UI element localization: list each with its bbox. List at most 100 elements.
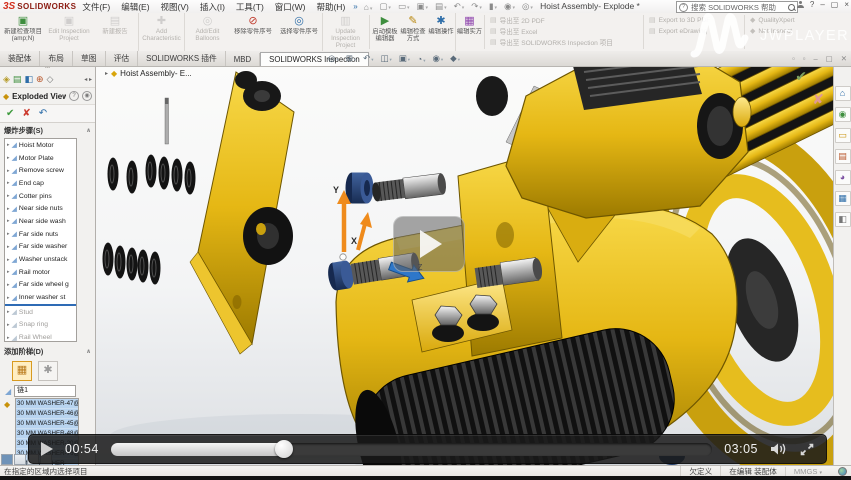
ribbon-button[interactable]: ▶ 启动模板编辑器 [371,13,399,51]
expand-arrow-icon[interactable]: ▸ [7,257,10,263]
menu-item[interactable]: 编辑(E) [121,1,149,13]
undo-button[interactable]: ↶ [39,108,47,119]
quality-menu-item[interactable]: ◆ QualityXpert [750,15,830,25]
ribbon-button[interactable]: ✚ Add Characteristic [138,13,184,51]
export-menu-item[interactable]: ▤ 导出至 Excel [490,26,638,36]
file-explorer-tab-icon[interactable]: ▭ [835,128,851,143]
explode-step-row[interactable]: ▸ ◢ Far side nuts [5,228,76,241]
model-tab[interactable] [1,454,13,465]
displaymanager-tab-icon[interactable]: ◇ [47,73,54,85]
explode-step-type-button[interactable]: ▦ [12,361,32,381]
ribbon-button[interactable]: ▣ Edit Inspection Project [46,13,92,51]
menu-item[interactable]: 工具(T) [236,1,264,13]
explode-steps-list[interactable]: ▸ ◢ Hoist Motor ▸ ◢ Motor Plate ▸ ◢ Remo… [4,138,77,342]
propertymanager-tab-icon[interactable]: ◈ [3,73,10,85]
ribbon-button[interactable]: ✎ 编辑检查方式 [399,13,427,51]
command-tab[interactable]: 装配体 [0,51,40,66]
ribbon-button[interactable]: ▤ 新建报告 [92,13,138,51]
expand-arrow-icon[interactable]: ▸ [7,142,10,148]
status-sphere-icon[interactable] [838,467,847,476]
seek-knob[interactable] [275,440,293,458]
restore-button[interactable]: ▢ [831,0,839,9]
hide-show-icon[interactable]: ◉ [432,53,443,64]
export-menu-item[interactable]: ▤ Export to 3D PDF [649,15,739,25]
expand-arrow-icon[interactable]: ▸ [7,269,10,275]
radial-step-type-button[interactable]: ✱ [38,361,58,381]
search-icon[interactable] [788,4,795,11]
confirm-cancel-icon[interactable]: ✘ [812,91,824,108]
help-icon[interactable]: ? [69,91,79,101]
ribbon-button[interactable]: ▥ Update Inspection Project [322,13,368,51]
add-step-section-header[interactable]: 添加阶梯(D) ∧ [0,344,95,359]
open-icon[interactable]: ▭ [398,1,410,12]
configurationmanager-tab-icon[interactable]: ◧ [24,73,33,85]
pin-icon[interactable]: » [353,2,357,11]
selected-component-row[interactable]: 30 MM WASHER-46@H [16,409,78,419]
collapse-icon[interactable]: ∧ [86,348,91,355]
ok-button[interactable]: ✔ [6,108,14,119]
play-button[interactable] [41,442,53,456]
zoom-fit-icon[interactable]: ◎ [328,53,339,64]
expand-arrow-icon[interactable]: ▸ [7,218,10,224]
previous-view-icon[interactable]: ↶ [363,53,373,64]
export-menu-item[interactable]: ▤ 导出至 SOLIDWORKS Inspection 项目 [490,37,638,47]
doc-window-control-icon[interactable]: ✕ [841,54,847,63]
seek-bar[interactable] [111,443,712,456]
command-tab[interactable]: 草图 [73,51,106,66]
video-play-overlay-button[interactable] [393,216,465,272]
graphics-viewport[interactable]: Y X Z ▸ ◆ Hoist Assembly- E... ✔ ✘ [95,66,833,465]
new-document-icon[interactable]: ▢ [379,1,391,12]
explode-step-row[interactable]: ▸ ◢ Stud [5,304,76,319]
explode-steps-section-header[interactable]: 爆炸步骤(S) ∧ [0,123,95,138]
expand-arrow-icon[interactable]: ▸ [7,180,10,186]
section-view-icon[interactable]: ◫ [380,53,391,64]
view-tab[interactable] [14,454,26,465]
home-tab-icon[interactable]: ⌂ [835,86,851,101]
expand-arrow-icon[interactable]: ▸ [7,295,10,301]
doc-window-control-icon[interactable]: ▫ [792,54,795,63]
appearances-tab-icon[interactable]: ◕ [835,170,851,185]
appearance-icon[interactable]: ◆ [450,53,460,64]
breadcrumb[interactable]: ▸ ◆ Hoist Assembly- E... [105,69,192,78]
featuremanager-tab-icon[interactable]: ▤ [13,73,22,85]
explode-step-row[interactable]: ▸ ◢ Rail Wheel [5,331,76,342]
explode-step-row[interactable]: ▸ ◢ Remove screw [5,164,76,177]
doc-window-control-icon[interactable]: – [813,54,817,63]
command-tab[interactable]: SOLIDWORKS 插件 [138,51,226,66]
pin-icon[interactable]: ◉ [82,91,92,101]
expand-arrow-icon[interactable]: ▸ [7,244,10,250]
ribbon-button[interactable]: ◎ Add/Edit Balloons [184,13,230,51]
doc-window-control-icon[interactable]: ▫ [803,54,806,63]
panel-tab-scroll-icons[interactable]: ◂ ▸ [84,76,92,83]
expand-arrow-icon[interactable]: ▸ [7,322,10,328]
export-menu-item[interactable]: ▤ Export eDrawing [649,26,739,36]
quality-menu-item[interactable]: ◆ Net-Inspect [750,26,830,36]
explode-step-row[interactable]: ▸ ◢ Far side washer [5,241,76,254]
ribbon-button[interactable]: ▦ 编辑实方 [455,13,483,51]
explode-step-row[interactable]: ▸ ◢ Cotter pins [5,190,76,203]
expand-arrow-icon[interactable]: ▸ [7,282,10,288]
ribbon-button[interactable]: ⊘ 移除零件序号 [230,13,276,51]
explode-step-row[interactable]: ▸ ◢ Hoist Motor [5,139,76,152]
explode-step-row[interactable]: ▸ ◢ Motor Plate [5,152,76,165]
export-menu-item[interactable]: ▤ 导出至 2D PDF [490,15,638,25]
help-button[interactable]: ? [810,0,814,9]
explode-step-row[interactable]: ▸ ◢ Inner washer st [5,291,76,304]
explode-step-row[interactable]: ▸ ◢ Near side wash [5,215,76,228]
explode-step-row[interactable]: ▸ ◢ Rail motor [5,266,76,279]
dimxpert-tab-icon[interactable]: ⊕ [36,73,44,85]
home-icon[interactable]: ⌂ [364,2,373,12]
command-tab[interactable]: MBD [226,53,260,66]
volume-button[interactable] [770,442,788,456]
menu-item[interactable]: 文件(F) [82,1,110,13]
undo-icon[interactable]: ↶ [454,1,465,12]
design-library-tab-icon[interactable]: ▤ [835,149,851,164]
collapse-icon[interactable]: ∧ [86,127,91,134]
search-input[interactable]: ? 搜索 SOLIDWORKS 帮助 [676,1,798,13]
print-icon[interactable]: ▤ [435,1,447,12]
expand-arrow-icon[interactable]: ▸ [7,335,10,341]
menu-item[interactable]: 插入(I) [200,1,225,13]
expand-arrow-icon[interactable]: ▸ [7,231,10,237]
doc-window-control-icon[interactable]: ▢ [826,54,833,63]
units-selector[interactable]: MMGS▾ [785,467,830,476]
